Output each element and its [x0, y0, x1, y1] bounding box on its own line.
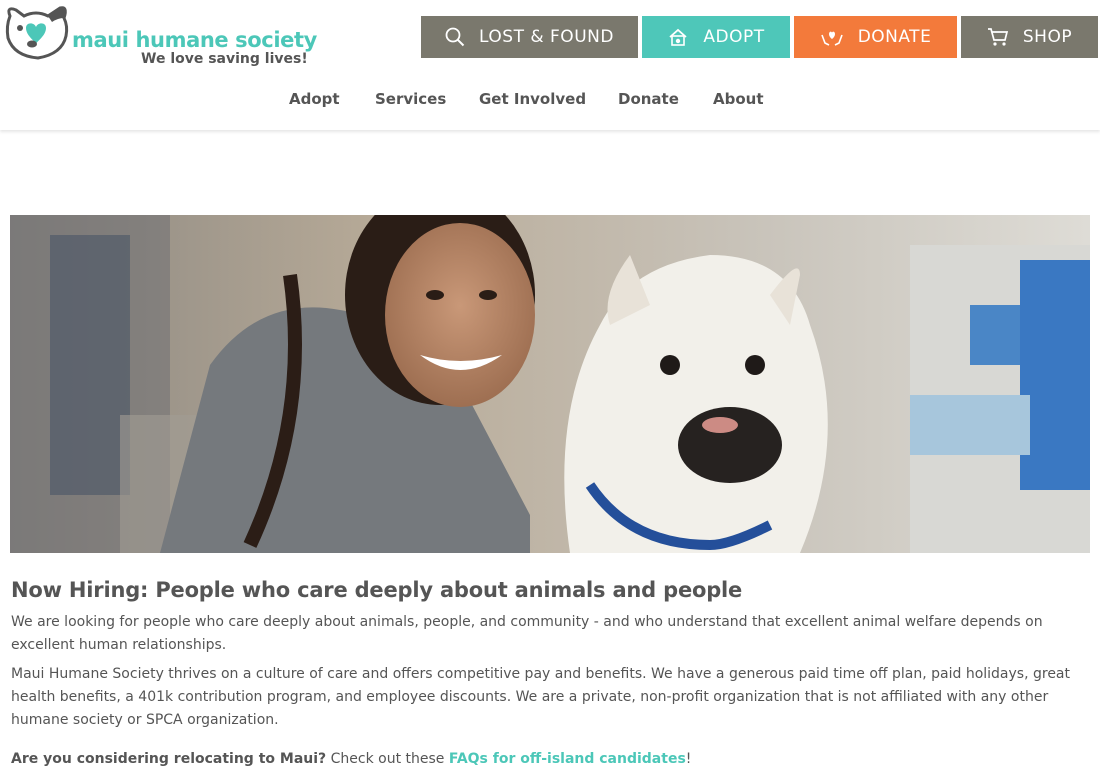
lost-found-label: LOST & FOUND: [479, 27, 614, 47]
relocation-end: !: [685, 751, 692, 767]
relocation-paragraph: Are you considering relocating to Maui? …: [11, 748, 1091, 771]
hands-heart-icon: [820, 31, 843, 46]
shop-button[interactable]: SHOP: [961, 16, 1098, 58]
nav-item-donate[interactable]: Donate: [618, 90, 679, 108]
page-title: Now Hiring: People who care deeply about…: [11, 578, 743, 602]
benefits-paragraph: Maui Humane Society thrives on a culture…: [11, 666, 1071, 728]
donate-label: DONATE: [857, 27, 932, 47]
adopt-label: ADOPT: [703, 27, 765, 47]
lost-found-button[interactable]: LOST & FOUND: [421, 16, 638, 58]
shop-label: SHOP: [1022, 27, 1073, 47]
cart-icon: [987, 28, 1008, 46]
nav-item-adopt[interactable]: Adopt: [289, 90, 340, 108]
intro-paragraph: We are looking for people who care deepl…: [11, 614, 1043, 653]
site-logo[interactable]: maui humane society We love saving lives…: [2, 4, 317, 70]
main-nav: Adopt Services Get Involved Donate About: [0, 90, 1100, 110]
dog-house-icon: [669, 28, 687, 46]
site-header: maui humane society We love saving lives…: [0, 0, 1100, 130]
woman-with-dog-photo: [10, 215, 1090, 553]
donate-button[interactable]: DONATE: [794, 16, 957, 58]
relocation-text: Check out these: [326, 751, 449, 767]
relocation-question: Are you considering relocating to Maui?: [11, 751, 327, 767]
adopt-button[interactable]: ADOPT: [642, 16, 790, 58]
nav-item-about[interactable]: About: [713, 90, 764, 108]
search-icon: [445, 27, 465, 47]
nav-item-get-involved[interactable]: Get Involved: [479, 90, 586, 108]
nav-item-services[interactable]: Services: [375, 90, 446, 108]
brand-name: maui humane society: [72, 28, 317, 52]
dog-logo-icon: [5, 6, 69, 60]
faq-link[interactable]: FAQs for off-island candidates: [449, 751, 686, 767]
hero-image: [10, 215, 1090, 553]
brand-tagline: We love saving lives!: [141, 51, 308, 67]
hiring-content: Now Hiring: People who care deeply about…: [11, 578, 1091, 771]
